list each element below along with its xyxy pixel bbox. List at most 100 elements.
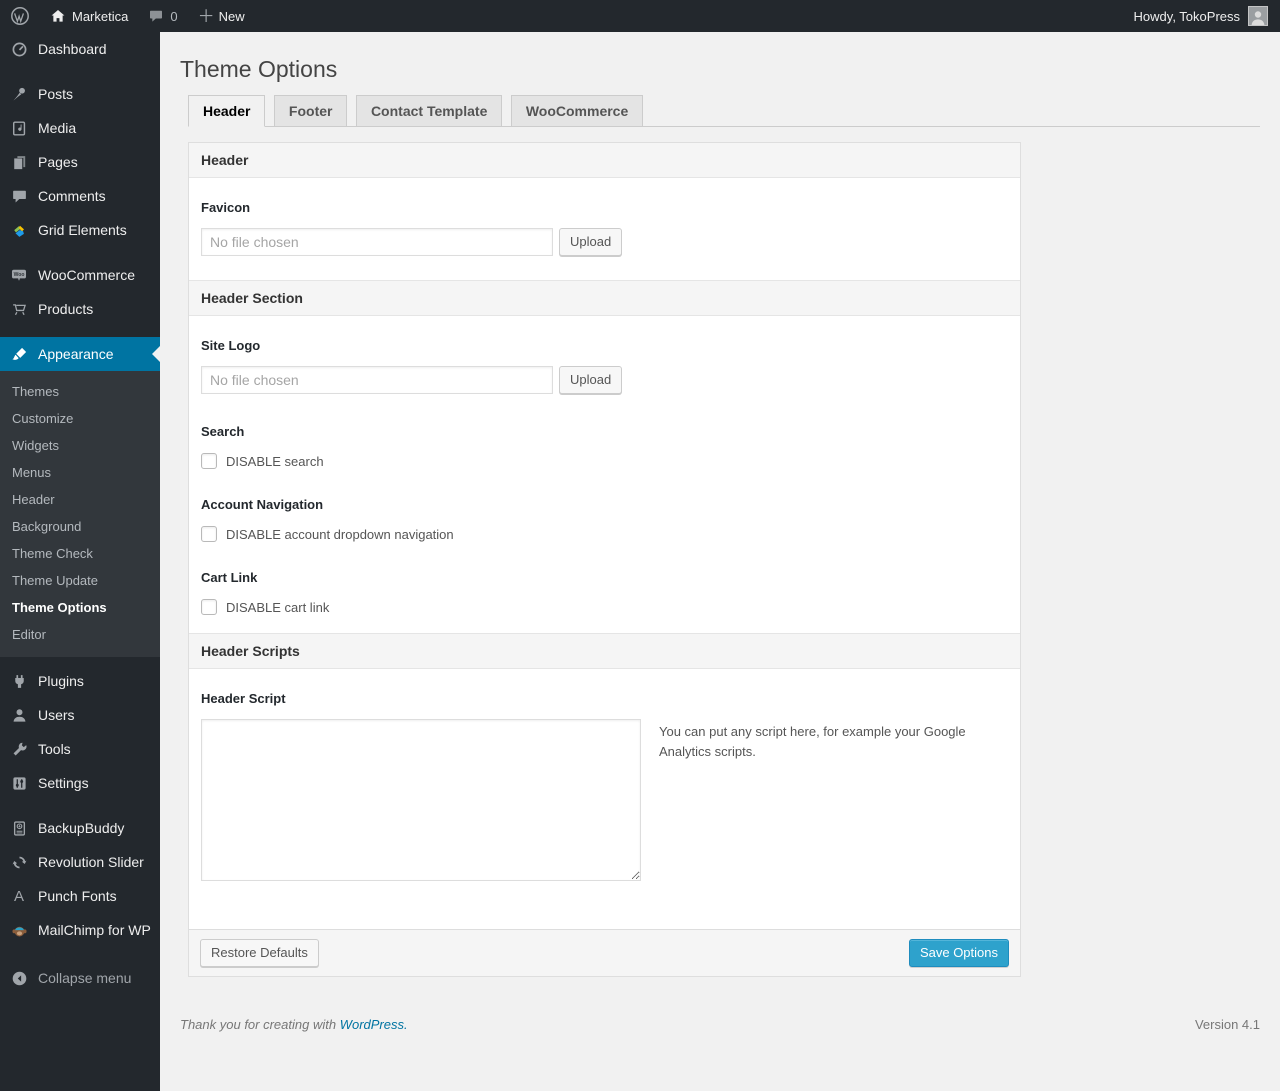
- sidebar-item-label: Dashboard: [38, 41, 107, 57]
- new-label: New: [218, 8, 245, 24]
- footer-thanks: Thank you for creating with WordPress.: [180, 1017, 408, 1032]
- avatar: [1248, 6, 1268, 26]
- disable-account-nav-checkbox[interactable]: [201, 526, 217, 542]
- page-footer: Thank you for creating with WordPress. V…: [180, 1017, 1260, 1032]
- sidebar-item-plugins[interactable]: Plugins: [0, 664, 160, 698]
- home-icon: [50, 8, 66, 24]
- submenu-item-theme-update[interactable]: Theme Update: [0, 567, 160, 594]
- tab-header[interactable]: Header: [188, 95, 266, 127]
- media-icon: [8, 120, 30, 137]
- sidebar-item-media[interactable]: Media: [0, 111, 160, 145]
- restore-defaults-button[interactable]: Restore Defaults: [200, 939, 319, 967]
- sidebar-item-punch-fonts[interactable]: A Punch Fonts: [0, 879, 160, 913]
- sidebar-item-label: Products: [38, 301, 94, 317]
- sidebar-item-label: Plugins: [38, 673, 84, 689]
- sidebar-item-users[interactable]: Users: [0, 698, 160, 732]
- submenu-item-header[interactable]: Header: [0, 486, 160, 513]
- disable-search-checkbox[interactable]: [201, 453, 217, 469]
- sidebar-item-backupbuddy[interactable]: BackupBuddy: [0, 811, 160, 845]
- sidebar-item-posts[interactable]: Posts: [0, 77, 160, 111]
- sidebar-item-appearance[interactable]: Appearance: [0, 337, 160, 371]
- comment-count: 0: [170, 8, 178, 24]
- sidebar-item-dashboard[interactable]: Dashboard: [0, 32, 160, 66]
- sidebar-item-revolution-slider[interactable]: Revolution Slider: [0, 845, 160, 879]
- sidebar-item-label: BackupBuddy: [38, 820, 125, 836]
- search-label: Search: [201, 424, 245, 439]
- favicon-label: Favicon: [201, 200, 251, 215]
- sidebar-item-label: Users: [38, 707, 75, 723]
- submenu-item-menus[interactable]: Menus: [0, 459, 160, 486]
- header-script-label: Header Script: [201, 691, 286, 706]
- disable-cart-link-checkbox[interactable]: [201, 599, 217, 615]
- collapse-arrow-icon: [8, 970, 30, 987]
- sidebar-item-products[interactable]: Products: [0, 292, 160, 326]
- site-name: Marketica: [72, 8, 129, 24]
- submenu-item-background[interactable]: Background: [0, 513, 160, 540]
- refresh-arrows-icon: [8, 854, 30, 871]
- sidebar-item-pages[interactable]: Pages: [0, 145, 160, 179]
- disable-search-label[interactable]: DISABLE search: [226, 454, 324, 469]
- grid-elements-icon: [8, 222, 30, 239]
- disable-cart-link-label[interactable]: DISABLE cart link: [226, 600, 329, 615]
- favicon-upload-button[interactable]: Upload: [559, 228, 623, 256]
- favicon-file-input[interactable]: [201, 228, 553, 256]
- section-body-header-section: Site Logo Upload Search DISABLE search A…: [189, 316, 1020, 633]
- cart-icon: [8, 301, 30, 318]
- sidebar-item-label: Revolution Slider: [38, 854, 144, 870]
- sidebar-item-label: Punch Fonts: [38, 888, 117, 904]
- header-script-description: You can put any script here, for example…: [659, 724, 966, 760]
- comments-pending[interactable]: 0: [138, 0, 187, 32]
- account-menu[interactable]: Howdy, TokoPress: [1134, 6, 1280, 26]
- settings-icon: [8, 775, 30, 792]
- sidebar-item-woocommerce[interactable]: Woo WooCommerce: [0, 258, 160, 292]
- tab-contact-template[interactable]: Contact Template: [355, 95, 503, 127]
- disable-account-nav-label[interactable]: DISABLE account dropdown navigation: [226, 527, 454, 542]
- section-header-header: Header: [189, 143, 1020, 178]
- save-options-button[interactable]: Save Options: [908, 939, 1009, 967]
- sidebar-item-label: Comments: [38, 188, 106, 204]
- sidebar-item-tools[interactable]: Tools: [0, 732, 160, 766]
- submenu-item-customize[interactable]: Customize: [0, 405, 160, 432]
- tab-woocommerce[interactable]: WooCommerce: [510, 95, 644, 127]
- svg-text:Woo: Woo: [14, 272, 25, 278]
- plus-icon: ＋: [197, 6, 215, 26]
- sidebar-item-grid-elements[interactable]: Grid Elements: [0, 213, 160, 247]
- tab-bar: Header Footer Contact Template WooCommer…: [188, 95, 1260, 127]
- new-content-menu[interactable]: ＋ New: [188, 0, 255, 32]
- panel-footer: Restore Defaults Save Options: [189, 929, 1020, 976]
- paintbrush-icon: [8, 346, 30, 363]
- howdy-text: Howdy, TokoPress: [1133, 8, 1240, 24]
- footer-version: Version 4.1: [1194, 1017, 1260, 1032]
- site-logo-file-input[interactable]: [201, 366, 553, 394]
- tab-footer[interactable]: Footer: [273, 95, 348, 127]
- section-header-header-scripts: Header Scripts: [189, 633, 1020, 669]
- pages-icon: [8, 154, 30, 171]
- section-body-header-scripts: Header Script You can put any script her…: [189, 669, 1020, 929]
- sidebar-item-label: Appearance: [38, 346, 114, 362]
- footer-thanks-text: Thank you for creating with: [180, 1017, 337, 1032]
- admin-sidebar: Dashboard Posts Media Pages Comments Gri…: [0, 32, 160, 1091]
- wordpress-logo-menu[interactable]: [0, 0, 40, 32]
- sidebar-item-label: Posts: [38, 86, 74, 102]
- theme-options-panel: Header Favicon Upload Header Section Sit…: [188, 142, 1021, 977]
- wrench-icon: [8, 741, 30, 758]
- submenu-item-theme-options[interactable]: Theme Options: [0, 594, 160, 621]
- plugin-icon: [8, 673, 30, 690]
- cart-link-label: Cart Link: [201, 570, 258, 585]
- site-logo-label: Site Logo: [201, 338, 261, 353]
- submenu-item-themes[interactable]: Themes: [0, 378, 160, 405]
- sidebar-item-settings[interactable]: Settings: [0, 766, 160, 800]
- wordpress-link[interactable]: WordPress.: [340, 1017, 408, 1032]
- submenu-item-widgets[interactable]: Widgets: [0, 432, 160, 459]
- sidebar-item-mailchimp[interactable]: MailChimp for WP: [0, 913, 160, 947]
- site-link[interactable]: Marketica: [40, 0, 138, 32]
- site-logo-upload-button[interactable]: Upload: [559, 366, 623, 394]
- submenu-item-editor[interactable]: Editor: [0, 621, 160, 648]
- mailchimp-monkey-icon: [8, 922, 30, 939]
- wordpress-logo-icon: [10, 6, 30, 26]
- sidebar-item-comments[interactable]: Comments: [0, 179, 160, 213]
- sidebar-item-collapse-menu[interactable]: Collapse menu: [0, 961, 160, 995]
- submenu-item-theme-check[interactable]: Theme Check: [0, 540, 160, 567]
- header-script-textarea[interactable]: [201, 719, 641, 881]
- admin-bar: Marketica 0 ＋ New Howdy, TokoPress: [0, 0, 1280, 32]
